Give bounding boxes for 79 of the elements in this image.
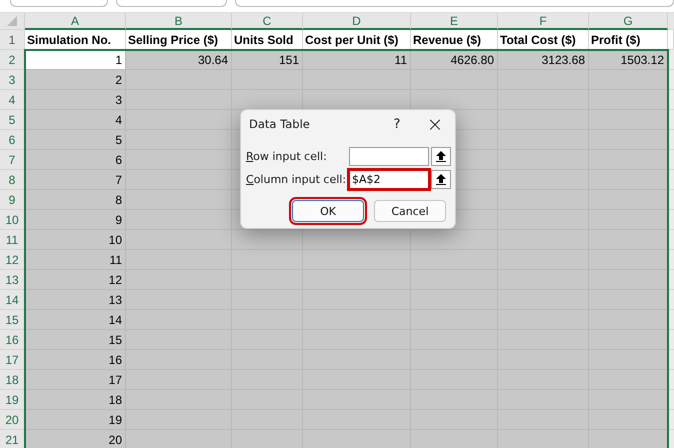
table-cell: 11: [25, 250, 126, 270]
column-heading: Total Cost ($): [498, 30, 589, 50]
row-header[interactable]: 9: [0, 190, 25, 210]
row-header[interactable]: 12: [0, 250, 25, 270]
table-cell: 10: [25, 230, 126, 250]
column-header[interactable]: A: [25, 13, 126, 30]
field-label: Column input cell:: [246, 172, 348, 186]
formula-bar[interactable]: [235, 0, 674, 7]
row-header[interactable]: 21: [0, 430, 25, 448]
input-field[interactable]: $A$2: [349, 170, 429, 188]
row-header[interactable]: 14: [0, 290, 25, 310]
row-header[interactable]: 6: [0, 130, 25, 150]
column-header[interactable]: B: [126, 13, 232, 30]
column-header[interactable]: F: [498, 13, 589, 30]
table-cell: 2: [25, 70, 126, 90]
table-cell: 9: [25, 210, 126, 230]
column-heading: Units Sold: [232, 30, 303, 50]
table-cell: 3123.68: [498, 50, 589, 70]
table-cell: 5: [25, 130, 126, 150]
table-cell: 4626.80: [411, 50, 498, 70]
table-cell: 151: [232, 50, 303, 70]
column-header[interactable]: G: [589, 13, 668, 30]
row-header[interactable]: 16: [0, 330, 25, 350]
toolbar-box[interactable]: [116, 0, 228, 7]
column-heading: Selling Price ($): [126, 30, 232, 50]
table-cell: 17: [25, 370, 126, 390]
table-cell: 1: [25, 50, 126, 70]
table-cell: 7: [25, 170, 126, 190]
column-header[interactable]: D: [303, 13, 411, 30]
column-heading: Profit ($): [589, 30, 668, 50]
row-header[interactable]: 10: [0, 210, 25, 230]
column-header[interactable]: C: [232, 13, 303, 30]
row-header[interactable]: 11: [0, 230, 25, 250]
row-header[interactable]: 20: [0, 410, 25, 430]
row-header[interactable]: 4: [0, 90, 25, 110]
up-arrow-icon: [436, 150, 446, 162]
row-header[interactable]: 1: [0, 30, 25, 50]
table-cell: 14: [25, 310, 126, 330]
row-header[interactable]: 2: [0, 50, 25, 70]
table-cell: 6: [25, 150, 126, 170]
name-box[interactable]: [10, 0, 108, 7]
table-cell: 8: [25, 190, 126, 210]
up-arrow-icon: [436, 174, 446, 184]
table-cell: 19: [25, 410, 126, 430]
table-cell: 16: [25, 350, 126, 370]
column-header[interactable]: [668, 13, 674, 30]
row-header[interactable]: 7: [0, 150, 25, 170]
dialog-title: Data Table: [249, 117, 311, 131]
table-cell: 15: [25, 330, 126, 350]
table-cell: 13: [25, 290, 126, 310]
table-cell: 30.64: [126, 50, 232, 70]
table-cell: 20: [25, 430, 126, 448]
column-header[interactable]: E: [411, 13, 498, 30]
collapse-button[interactable]: [431, 170, 451, 188]
help-button[interactable]: ?: [379, 116, 415, 132]
row-header[interactable]: 13: [0, 270, 25, 290]
row-header[interactable]: 8: [0, 170, 25, 190]
row-header[interactable]: 18: [0, 370, 25, 390]
row-header[interactable]: 15: [0, 310, 25, 330]
table-cell: 3: [25, 90, 126, 110]
close-button[interactable]: ×: [415, 110, 455, 138]
row-header[interactable]: 5: [0, 110, 25, 130]
table-cell: 11: [303, 50, 411, 70]
table-cell: 18: [25, 390, 126, 410]
table-cell: 12: [25, 270, 126, 290]
select-all-icon[interactable]: [0, 13, 25, 30]
dialog-button[interactable]: Cancel: [374, 200, 446, 222]
field-label: Row input cell:: [246, 150, 328, 162]
dialog-button[interactable]: OK: [292, 200, 364, 222]
column-heading: Simulation No.: [25, 30, 126, 50]
row-header[interactable]: 3: [0, 70, 25, 90]
table-cell: 4: [25, 110, 126, 130]
table-cell: 1503.12: [589, 50, 668, 70]
column-heading: Revenue ($): [411, 30, 498, 50]
column-heading: Cost per Unit ($): [303, 30, 411, 50]
row-header[interactable]: 19: [0, 390, 25, 410]
input-field[interactable]: [349, 146, 429, 166]
row-header[interactable]: 17: [0, 350, 25, 370]
collapse-button[interactable]: [431, 146, 451, 166]
